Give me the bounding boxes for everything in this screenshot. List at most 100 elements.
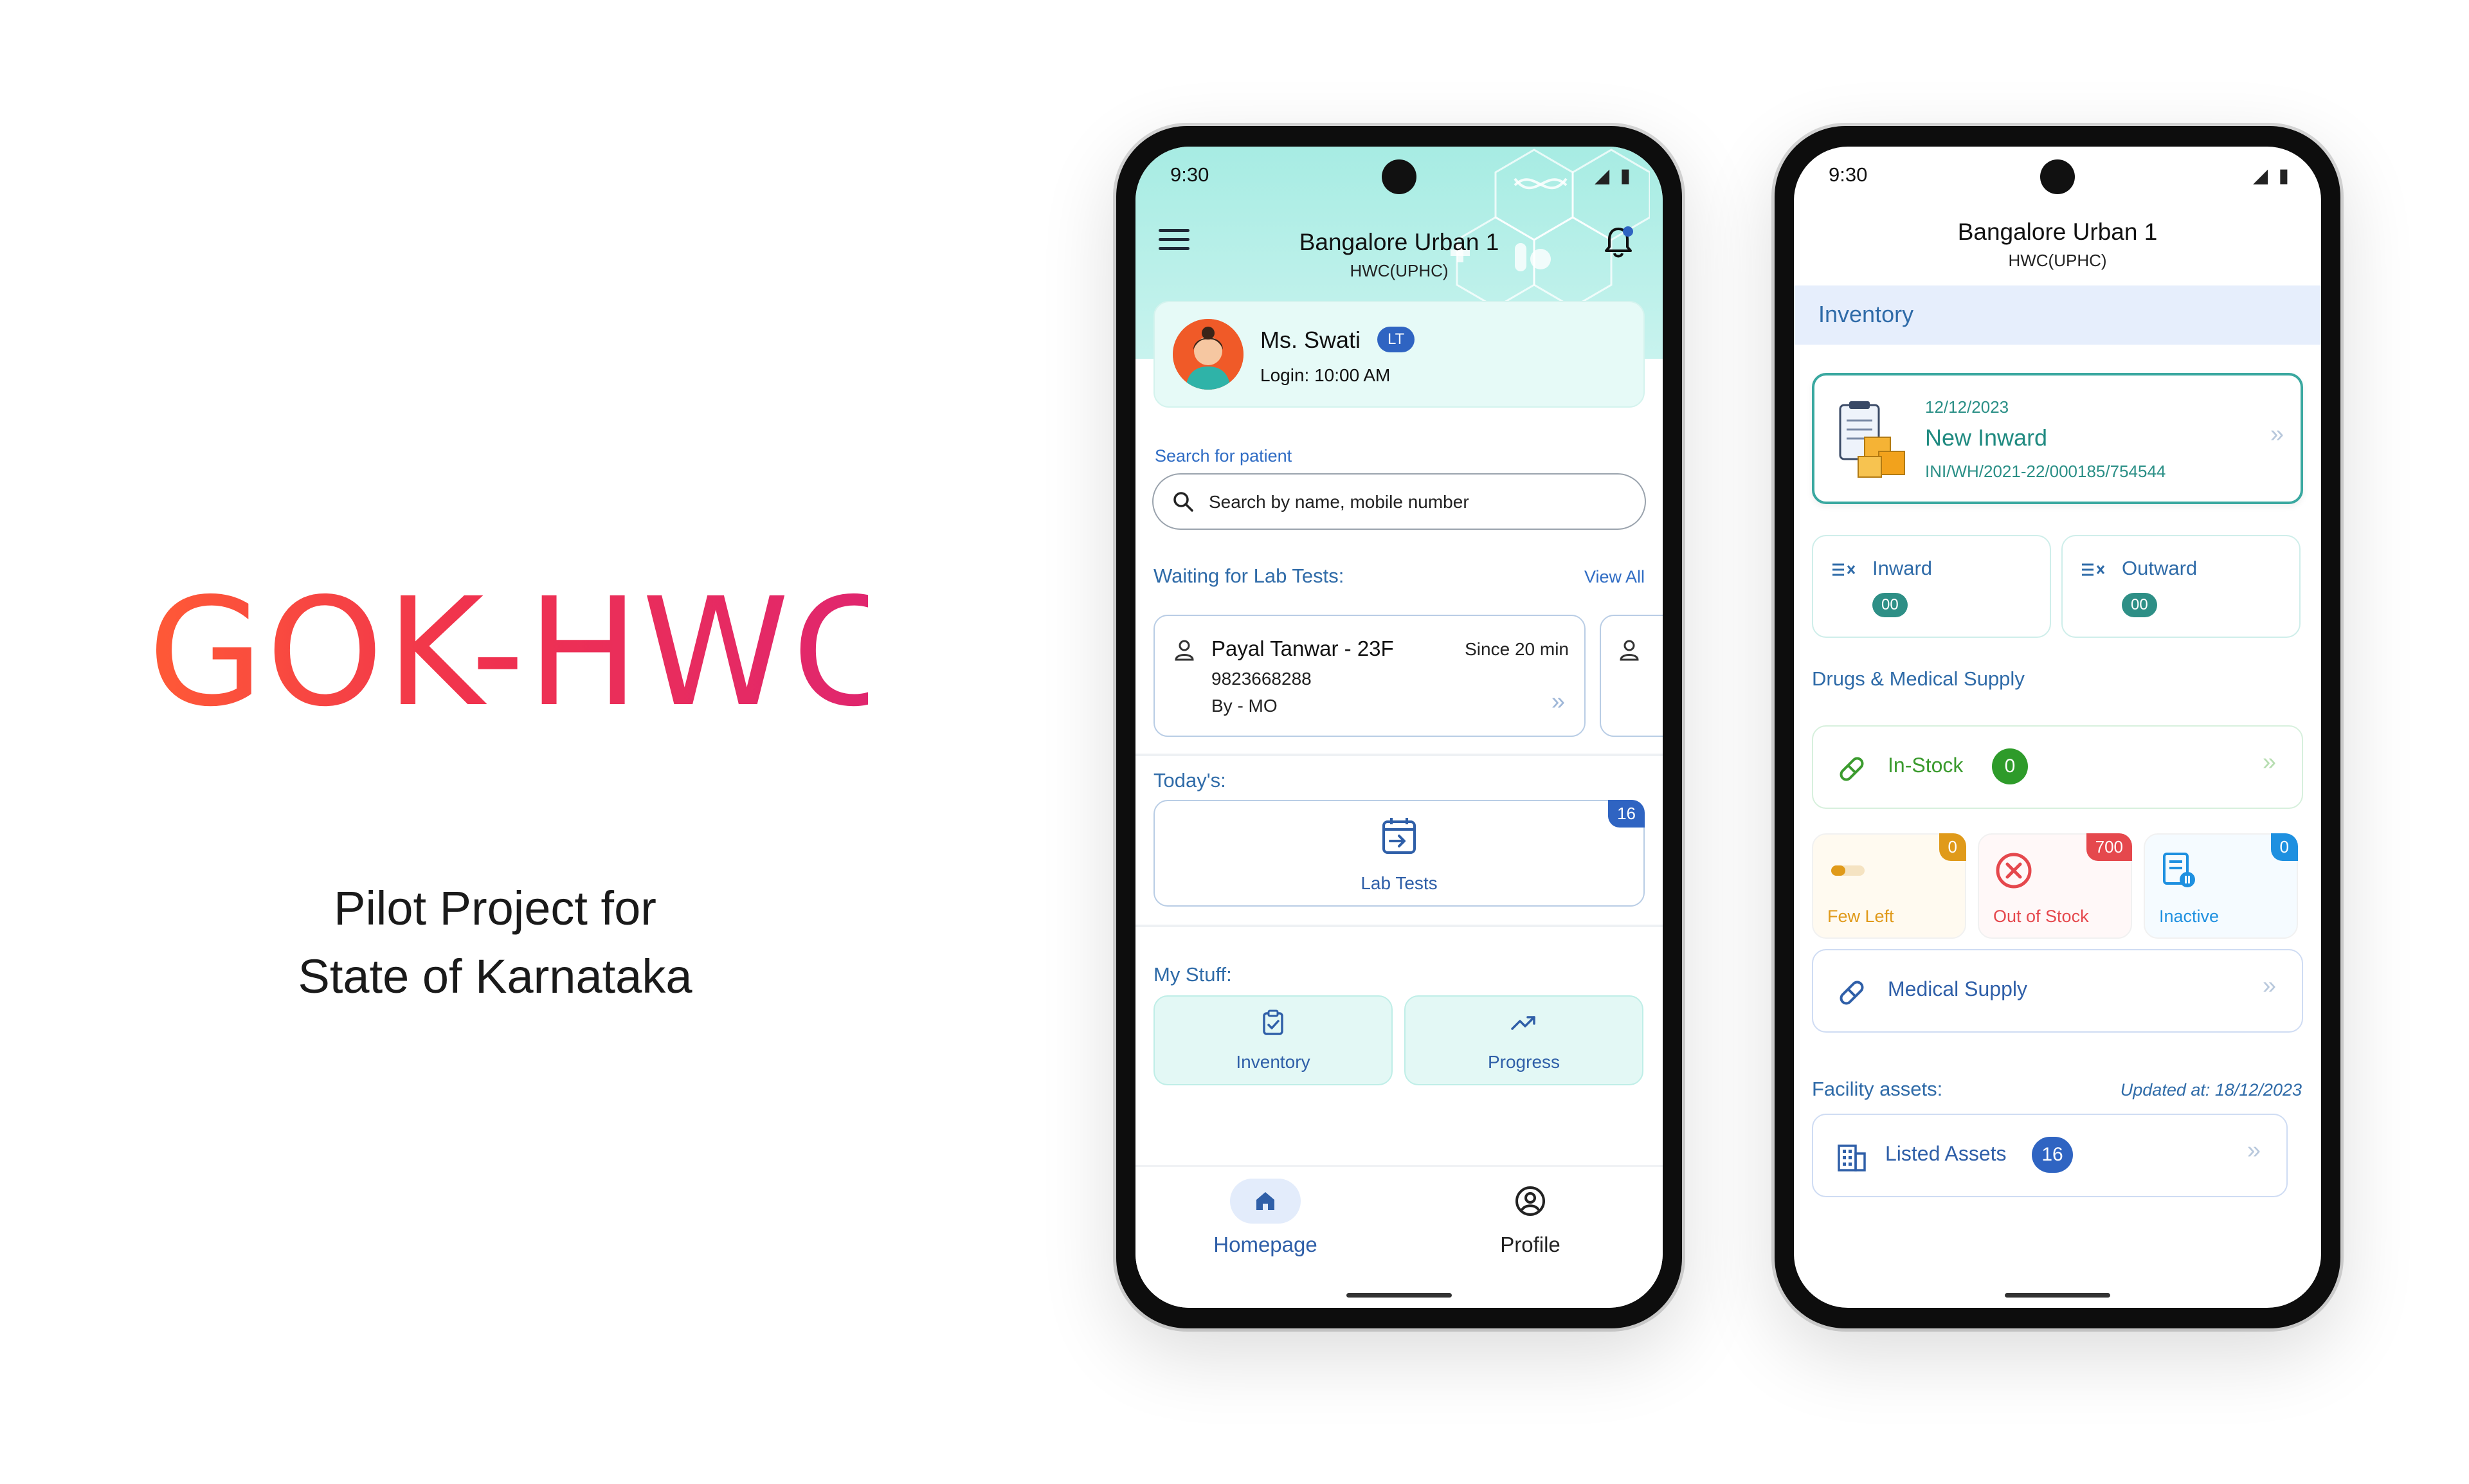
facility-title: Bangalore Urban 1 <box>1299 229 1499 255</box>
waiting-title: Waiting for Lab Tests: <box>1153 565 1344 587</box>
listed-assets-label: Listed Assets <box>1885 1142 2007 1165</box>
lab-tests-label: Lab Tests <box>1361 873 1438 893</box>
outward-count: 00 <box>2122 593 2157 617</box>
progress-label: Progress <box>1487 1052 1560 1072</box>
person-icon <box>1620 640 1639 661</box>
brand-title: GOK-HWC <box>148 566 899 739</box>
section-divider <box>1135 754 1663 756</box>
out-of-stock-count: 700 <box>2086 833 2132 861</box>
camera-cutout <box>1382 159 1416 194</box>
listed-assets-count: 16 <box>2032 1137 2073 1173</box>
lab-tests-count-badge: 16 <box>1608 800 1645 828</box>
assets-updated: Updated at: 18/12/2023 <box>2120 1080 2302 1099</box>
chevron-double-right-icon: » <box>2262 972 2276 999</box>
assets-building-icon <box>1838 1145 1866 1172</box>
waiting-since: Since 20 min <box>1465 639 1569 659</box>
lab-tests-icon <box>1382 818 1416 854</box>
few-left-icon <box>1831 865 1865 876</box>
signal-battery-icon: ◢ ▮ <box>2253 165 2292 186</box>
few-left-card[interactable]: 0 Few Left <box>1812 833 1966 939</box>
section-title: Inventory <box>1818 301 1914 327</box>
nav-homepage[interactable]: Homepage <box>1182 1179 1349 1257</box>
inactive-card[interactable]: 0 Inactive <box>2144 833 2298 939</box>
new-inward-card[interactable]: 12/12/2023 New Inward INI/WH/2021-22/000… <box>1812 373 2303 504</box>
section-divider <box>1135 925 1663 927</box>
view-all-link[interactable]: View All <box>1584 567 1645 587</box>
few-left-label: Few Left <box>1827 907 1894 926</box>
nav-profile[interactable]: Profile <box>1447 1179 1614 1257</box>
facility-subtitle: HWC(UPHC) <box>1350 261 1449 280</box>
my-stuff-title: My Stuff: <box>1153 963 1232 986</box>
inventory-button[interactable]: Inventory <box>1153 995 1393 1085</box>
section-banner: Inventory <box>1794 285 2321 345</box>
brand-subtitle-line2: State of Karnataka <box>298 950 692 1003</box>
inward-card[interactable]: Inward 00 <box>1812 535 2051 638</box>
pill-icon <box>1840 757 1864 781</box>
chevron-double-right-icon: » <box>2247 1137 2261 1164</box>
inward-count: 00 <box>1872 593 1908 617</box>
facility-subtitle: HWC(UPHC) <box>2008 251 2107 270</box>
profile-icon <box>1495 1179 1566 1224</box>
role-badge: LT <box>1377 327 1415 352</box>
outward-icon <box>2082 563 2105 576</box>
chevron-double-right-icon: » <box>1551 688 1565 715</box>
camera-cutout <box>2040 159 2075 194</box>
lab-tests-card[interactable]: 16 Lab Tests <box>1153 800 1645 907</box>
inward-icon <box>1832 563 1856 576</box>
user-profile-card[interactable]: Ms. Swati LT Login: 10:00 AM <box>1153 301 1645 408</box>
phone-homepage: 9:30 ◢ ▮ Bangalore Urban 1 HWC(UPHC) Ms.… <box>1116 126 1682 1328</box>
in-stock-label: In-Stock <box>1888 754 1964 777</box>
status-time: 9:30 <box>1170 163 1209 186</box>
assets-title: Facility assets: <box>1812 1078 1943 1100</box>
listed-assets-card[interactable]: Listed Assets 16 » <box>1812 1114 2288 1197</box>
inward-reference: INI/WH/2021-22/000185/754544 <box>1925 462 2166 481</box>
status-bar: 9:30 ◢ ▮ <box>1135 147 1663 211</box>
search-icon <box>1173 492 1193 512</box>
in-stock-card[interactable]: In-Stock 0 » <box>1812 725 2303 809</box>
brand-subtitle: Pilot Project for State of Karnataka <box>244 874 746 1011</box>
inventory-label: Inventory <box>1236 1052 1310 1072</box>
patient-name: Payal Tanwar - 23F <box>1211 637 1394 660</box>
person-icon <box>1175 640 1194 661</box>
search-label: Search for patient <box>1155 446 1292 466</box>
search-input[interactable] <box>1209 486 1595 518</box>
signal-battery-icon: ◢ ▮ <box>1595 165 1633 186</box>
bell-icon[interactable] <box>1602 225 1634 260</box>
clipboard-boxes-illustration <box>1839 401 1905 478</box>
patient-search[interactable] <box>1152 473 1646 530</box>
out-of-stock-card[interactable]: 700 Out of Stock <box>1978 833 2132 939</box>
waiting-patient-card[interactable]: Payal Tanwar - 23F Since 20 min 98236682… <box>1153 615 1586 737</box>
progress-button[interactable]: Progress <box>1404 995 1643 1085</box>
nav-profile-label: Profile <box>1500 1233 1560 1256</box>
home-icon <box>1230 1179 1301 1224</box>
nav-homepage-label: Homepage <box>1213 1233 1317 1256</box>
drugs-section-title: Drugs & Medical Supply <box>1812 667 2025 690</box>
facility-title: Bangalore Urban 1 <box>1957 219 2158 245</box>
avatar <box>1173 319 1244 390</box>
login-time: Login: 10:00 AM <box>1260 365 1391 385</box>
out-of-stock-icon <box>1996 853 2032 889</box>
patient-phone: 9823668288 <box>1211 669 1312 689</box>
brand-subtitle-line1: Pilot Project for <box>334 882 656 935</box>
inactive-count: 0 <box>2270 833 2298 861</box>
progress-trend-icon <box>1511 1016 1535 1030</box>
status-bar: 9:30 ◢ ▮ <box>1794 147 2321 211</box>
inventory-screen: 9:30 ◢ ▮ Bangalore Urban 1 HWC(UPHC) Inv… <box>1794 147 2321 1308</box>
homepage-screen: 9:30 ◢ ▮ Bangalore Urban 1 HWC(UPHC) Ms.… <box>1135 147 1663 1308</box>
outward-card[interactable]: Outward 00 <box>2061 535 2301 638</box>
inactive-label: Inactive <box>2159 907 2220 926</box>
medical-supply-label: Medical Supply <box>1888 977 2027 1000</box>
inward-date: 12/12/2023 <box>1925 397 2009 417</box>
home-indicator <box>2005 1293 2110 1298</box>
waiting-patient-card-next[interactable] <box>1600 615 1663 737</box>
inward-label: Inward <box>1872 557 1933 579</box>
out-of-stock-label: Out of Stock <box>1993 907 2089 926</box>
bottom-navigation: Homepage Profile <box>1135 1165 1663 1308</box>
user-name: Ms. Swati <box>1260 327 1361 353</box>
avatar-illustration <box>1173 319 1244 390</box>
phone-inventory: 9:30 ◢ ▮ Bangalore Urban 1 HWC(UPHC) Inv… <box>1775 126 2340 1328</box>
outward-label: Outward <box>2122 557 2198 579</box>
status-time: 9:30 <box>1829 163 1868 186</box>
medical-supply-card[interactable]: Medical Supply » <box>1812 949 2303 1033</box>
referred-by: By - MO <box>1211 696 1278 716</box>
